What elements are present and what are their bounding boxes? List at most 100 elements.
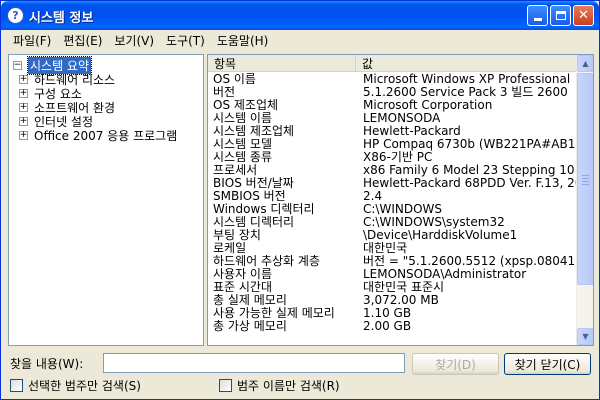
cell-item: 시스템 종류 [213,151,273,164]
table-row[interactable]: BIOS 버전/날짜 Hewlett-Packard 68PDD Ver. F.1… [208,177,576,190]
table-row[interactable]: 총 실제 메모리 3,072.00 MB [208,294,576,307]
expand-icon[interactable]: + [19,130,28,140]
cell-item: OS 이름 [213,73,256,86]
table-row[interactable]: 시스템 제조업체 Hewlett-Packard [208,125,576,138]
cell-item: 시스템 제조업체 [213,125,295,138]
cell-item: 버전 [213,86,236,99]
close-button[interactable]: ✕ [573,5,594,26]
cell-item: 시스템 모델 [213,138,273,151]
cell-value: 2.00 GB [363,320,412,333]
close-find-button[interactable]: 찾기 닫기(C) [504,353,591,375]
table-row[interactable]: 표준 시간대 대한민국 표준시 [208,281,576,294]
category-tree[interactable]: − 시스템 요약 + 하드웨어 리소스 + 구성 요소 + 소프트웨어 환경 +… [8,54,204,346]
cell-value: Microsoft Windows XP Professional [363,73,571,86]
expand-icon[interactable]: + [19,102,28,112]
cell-item: 표준 시간대 [213,281,273,294]
scroll-thumb[interactable] [577,73,593,285]
table-row[interactable]: Windows 디렉터리 C:\WINDOWS [208,203,576,216]
table-row[interactable]: 사용 가능한 실제 메모리 1.10 GB [208,307,576,320]
cell-item: 부팅 장치 [213,229,261,242]
close-icon: ✕ [578,8,589,23]
cell-item: 프로세서 [213,164,258,177]
window-title: 시스템 정보 [29,11,94,26]
table-row[interactable]: 사용자 이름 LEMONSODA\Administrator [208,268,576,281]
menu-edit[interactable]: 편집(E) [57,32,108,49]
menu-help[interactable]: 도움말(H) [211,32,275,49]
expand-icon[interactable]: + [19,116,28,126]
cell-item: 하드웨어 추상화 계층 [213,255,320,268]
search-category-names-checkbox[interactable]: 범주 이름만 검색(R) [219,377,340,394]
find-label: 찾을 내용(W): [10,357,84,371]
checkbox-box[interactable] [219,379,232,392]
checkbox-box[interactable] [10,379,23,392]
table-row[interactable]: 하드웨어 추상화 계층 버전 = "5.1.2600.5512 (xpsp.080… [208,255,576,268]
details-rows: OS 이름 Microsoft Windows XP Professional 버전… [208,73,576,333]
table-row[interactable]: 시스템 이름 LEMONSODA [208,112,576,125]
arrow-up-icon: ▲ [582,59,589,68]
title-bar[interactable]: ? 시스템 정보 ✕ [1,1,599,30]
cell-item: BIOS 버전/날짜 [213,177,294,190]
cell-item: SMBIOS 버전 [213,190,286,203]
table-row[interactable]: 프로세서 x86 Family 6 Model 23 Stepping 10 Ge [208,164,576,177]
cell-item: 시스템 이름 [213,112,273,125]
collapse-icon[interactable]: − [13,60,22,70]
cell-value: 1.10 GB [363,307,412,320]
grip-line [582,181,589,182]
vertical-scrollbar[interactable]: ▲ ▼ [576,55,593,345]
table-row[interactable]: 로케일 대한민국 [208,242,576,255]
scroll-up-button[interactable]: ▲ [577,55,593,72]
checkbox-label: 범주 이름만 검색(R) [237,379,340,393]
table-row[interactable]: OS 제조업체 Microsoft Corporation [208,99,576,112]
cell-value: 3,072.00 MB [363,294,439,307]
table-row[interactable]: OS 이름 Microsoft Windows XP Professional [208,73,576,86]
minimize-button[interactable] [527,5,548,26]
table-row[interactable]: 시스템 종류 X86-기반 PC [208,151,576,164]
cell-value: 대한민국 표준시 [363,281,445,294]
checkbox-label: 선택한 범주만 검색(S) [28,379,141,393]
search-selected-category-checkbox[interactable]: 선택한 범주만 검색(S) [10,377,141,394]
table-row[interactable]: 부팅 장치 \Device\HarddiskVolume1 [208,229,576,242]
maximize-button[interactable] [550,5,571,26]
cell-value: LEMONSODA\Administrator [363,268,527,281]
table-row[interactable]: SMBIOS 버전 2.4 [208,190,576,203]
cell-value: Hewlett-Packard [363,125,461,138]
cell-value: C:\WINDOWS [363,203,443,216]
cell-value: Hewlett-Packard 68PDD Ver. F.13, 200 [363,177,576,190]
expand-icon[interactable]: + [19,74,28,84]
cell-value: 대한민국 [363,242,408,255]
table-row[interactable]: 시스템 디렉터리 C:\WINDOWS\system32 [208,216,576,229]
cell-item: 시스템 디렉터리 [213,216,295,229]
minimize-icon [533,18,542,21]
find-button[interactable]: 찾기(D) [412,353,499,375]
tree-item-office-2007[interactable]: + Office 2007 응용 프로그램 [19,128,178,143]
expand-icon[interactable]: + [19,88,28,98]
column-header-item[interactable]: 항목 [208,55,356,72]
details-list[interactable]: 항목 값 OS 이름 Microsoft Windows XP Professio… [207,54,594,346]
menu-file[interactable]: 파일(F) [7,32,57,49]
table-row[interactable]: 버전 5.1.2600 Service Pack 3 빌드 2600 [208,86,576,99]
cell-item: 사용 가능한 실제 메모리 [213,307,335,320]
maximize-icon [555,11,566,20]
cell-value: x86 Family 6 Model 23 Stepping 10 Ge [363,164,576,177]
grip-line [582,184,589,185]
cell-value: 버전 = "5.1.2600.5512 (xpsp.080413-211 [363,255,576,268]
find-input[interactable] [103,353,405,373]
cell-value: 2.4 [363,190,383,203]
arrow-down-icon: ▼ [582,332,589,341]
grip-line [582,178,589,179]
table-row[interactable]: 시스템 모델 HP Compaq 6730b (WB221PA#AB1) [208,138,576,151]
column-header-value[interactable]: 값 [356,55,576,72]
cell-item: 총 실제 메모리 [213,294,287,307]
grip-line [582,175,589,176]
system-info-window: ? 시스템 정보 ✕ 파일(F) 편집(E) 보기(V) 도구(T) 도움말(H… [0,0,600,400]
cell-value: LEMONSODA [363,112,441,125]
cell-item: 로케일 [213,242,247,255]
scroll-down-button[interactable]: ▼ [577,328,593,345]
tree-item-label: Office 2007 응용 프로그램 [34,128,178,143]
menu-tools[interactable]: 도구(T) [160,32,211,49]
cell-value: C:\WINDOWS\system32 [363,216,505,229]
cell-value: 5.1.2600 Service Pack 3 빌드 2600 [363,86,568,99]
table-row[interactable]: 총 가상 메모리 2.00 GB [208,320,576,333]
info-icon: ? [7,7,24,24]
menu-view[interactable]: 보기(V) [108,32,160,49]
